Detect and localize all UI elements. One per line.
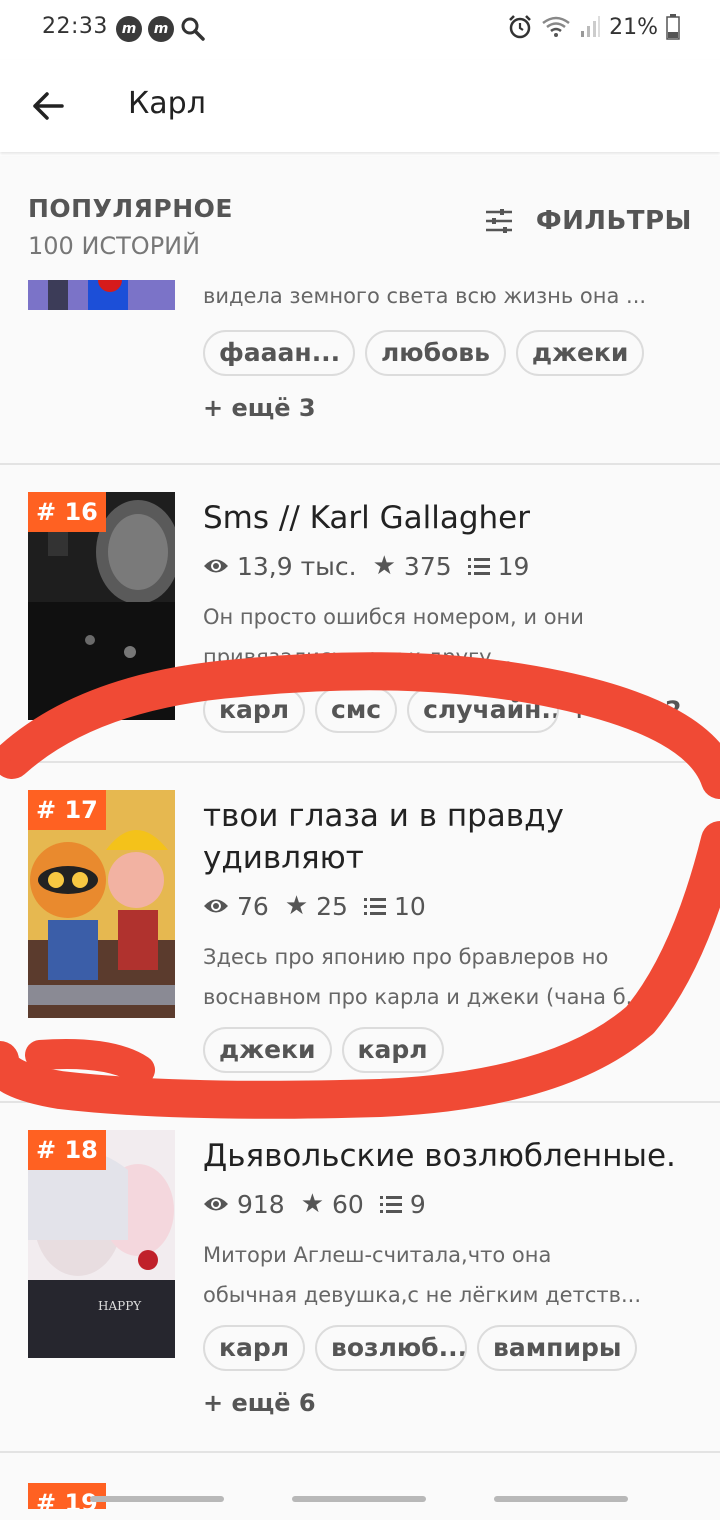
more-tags-link[interactable]: + ещё 6 xyxy=(203,1389,316,1417)
signal-icon xyxy=(581,16,601,37)
story-description-line: привязались друг к другу... xyxy=(203,645,512,669)
tag-list: карл смс случайн... + ещё 2 xyxy=(203,687,682,733)
tag-list: джеки карл xyxy=(203,1027,444,1073)
tag-chip[interactable]: возлюб... xyxy=(315,1325,468,1371)
svg-text:HAPPY: HAPPY xyxy=(98,1299,142,1313)
views-count: 13,9 тыс. xyxy=(237,551,357,581)
nav-recents-handle[interactable] xyxy=(494,1496,628,1502)
alarm-icon xyxy=(509,15,531,39)
story-description-line: Он просто ошибся номером, и они xyxy=(203,605,584,629)
section-title: ПОПУЛЯРНОЕ xyxy=(28,194,233,223)
battery-icon xyxy=(666,14,680,40)
rank-badge: # 18 xyxy=(28,1130,106,1170)
parts-count: 10 xyxy=(393,891,426,921)
stars-count: 60 xyxy=(332,1189,364,1219)
eye-icon xyxy=(204,559,228,573)
status-bar: 22:33 m m 21% xyxy=(0,0,720,56)
story-title-line[interactable]: твои глаза и в правду xyxy=(203,795,693,837)
list-icon xyxy=(363,898,386,915)
list-icon xyxy=(467,558,490,575)
messenger-m-icon: m xyxy=(116,16,142,42)
nav-home-handle[interactable] xyxy=(292,1496,426,1502)
story-description-line: восн​авном про карла и джеки (чана б... xyxy=(203,985,646,1009)
story-cover[interactable]: # 17 xyxy=(28,790,175,1018)
parts-count: 19 xyxy=(497,551,530,581)
story-item[interactable]: HAPPY # 18 Дьявольские возлюбленные. 918… xyxy=(0,1103,720,1453)
tag-chip[interactable]: смс xyxy=(315,687,398,733)
story-list[interactable]: видела земного света всю жизнь она ... ф… xyxy=(0,280,720,1520)
story-stats: 918 ★ 60 9 xyxy=(203,1189,434,1219)
story-cover[interactable]: # 16 xyxy=(28,492,175,720)
star-icon: ★ xyxy=(300,1189,325,1219)
tag-chip[interactable]: вампиры xyxy=(477,1325,638,1371)
tag-chip[interactable]: карл xyxy=(203,1325,306,1371)
messenger-m-icon: m xyxy=(148,16,174,42)
list-header: ПОПУЛЯРНОЕ 100 ИСТОРИЙ ФИЛЬТРЫ xyxy=(0,156,720,280)
tag-chip[interactable]: случайн... xyxy=(407,687,560,733)
list-icon xyxy=(379,1196,402,1213)
more-tags-link[interactable]: + ещё 2 xyxy=(569,687,682,733)
tag-chip[interactable]: карл xyxy=(341,1027,444,1073)
story-count: 100 ИСТОРИЙ xyxy=(28,232,201,260)
nav-back-handle[interactable] xyxy=(90,1496,224,1502)
story-item[interactable]: # 17 твои глаза и в правду удивляют 76 ★… xyxy=(0,763,720,1103)
app-bar: Карл xyxy=(0,60,720,152)
story-description-line: обычная девушка,с не лёгким детств... xyxy=(203,1283,642,1307)
back-button[interactable] xyxy=(22,82,74,130)
tag-chip[interactable]: джеки xyxy=(515,330,645,376)
eye-icon xyxy=(204,899,228,913)
star-icon: ★ xyxy=(284,891,309,921)
page-title: Карл xyxy=(128,86,206,121)
story-title[interactable]: Sms // Karl Gallagher xyxy=(203,497,693,539)
more-tags-link[interactable]: + ещё 3 xyxy=(203,394,316,422)
filters-button[interactable]: ФИЛЬТРЫ xyxy=(484,206,692,236)
tag-chip[interactable]: любовь xyxy=(365,330,506,376)
story-description-line: Здесь про японию про бравлеров но xyxy=(203,945,609,969)
search-icon xyxy=(181,17,205,41)
story-item[interactable]: видела земного света всю жизнь она ... ф… xyxy=(0,280,720,465)
story-description: видела земного света всю жизнь она ... xyxy=(203,284,647,308)
tag-chip[interactable]: карл xyxy=(203,687,306,733)
wifi-icon xyxy=(542,16,570,37)
story-cover[interactable] xyxy=(28,280,175,310)
story-cover[interactable]: HAPPY # 18 xyxy=(28,1130,175,1358)
stars-count: 375 xyxy=(403,551,452,581)
sliders-icon xyxy=(485,209,512,233)
star-icon: ★ xyxy=(372,551,396,581)
tag-list: фааан... любовь джеки xyxy=(203,330,645,376)
story-item[interactable]: # 16 Sms // Karl Gallagher 13,9 тыс. ★ 37… xyxy=(0,465,720,763)
tag-list: карл возлюб... вампиры xyxy=(203,1325,638,1371)
rank-badge: # 16 xyxy=(28,492,106,532)
story-description-line: Митори Аглеш-считала,что она xyxy=(203,1243,552,1267)
stars-count: 25 xyxy=(316,891,348,921)
views-count: 918 xyxy=(237,1189,285,1219)
tag-chip[interactable]: джеки xyxy=(203,1027,332,1073)
story-stats: 13,9 тыс. ★ 375 19 xyxy=(203,551,537,581)
rank-badge: # 17 xyxy=(28,790,106,830)
story-stats: 76 ★ 25 10 xyxy=(203,891,434,921)
arrow-left-icon xyxy=(33,92,64,120)
eye-icon xyxy=(204,1197,228,1211)
filters-label: ФИЛЬТРЫ xyxy=(535,206,692,236)
parts-count: 9 xyxy=(409,1189,426,1219)
nav-bar xyxy=(0,1490,720,1520)
battery-percent: 21% xyxy=(609,14,658,40)
status-time: 22:33 xyxy=(42,14,108,39)
tag-chip[interactable]: фааан... xyxy=(203,330,355,376)
story-title-line[interactable]: удивляют xyxy=(203,837,693,879)
story-title[interactable]: Дьявольские возлюбленные. xyxy=(203,1135,693,1177)
views-count: 76 xyxy=(237,891,269,921)
